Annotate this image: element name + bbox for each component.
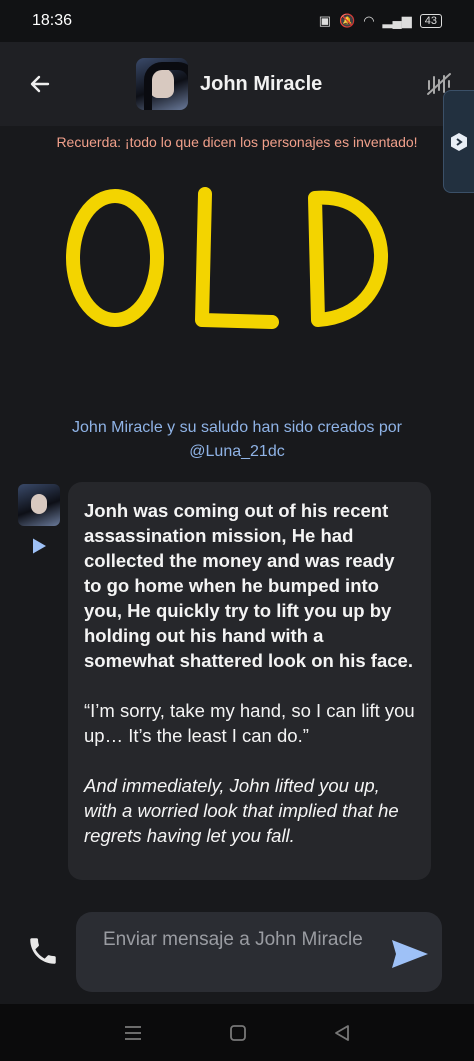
creator-handle[interactable]: @Luna_21dc [30,440,444,464]
message-input-placeholder[interactable]: Enviar mensaje a John Miracle [103,927,363,952]
disclaimer-text: Recuerda: ¡todo lo que dicen los persona… [56,134,418,150]
message-input[interactable]: Enviar mensaje a John Miracle [76,912,442,992]
menu-icon[interactable] [123,1025,143,1041]
status-time: 18:36 [32,12,73,29]
message-avatar[interactable] [18,484,60,526]
creator-credit: John Miracle y su saludo han sido creado… [30,416,444,464]
status-icons: ▣ 🔕 ◠ ▂▄▆ 43 [319,13,442,29]
play-icon[interactable] [30,537,48,555]
credit-line: John Miracle y su saludo han sido creado… [72,419,402,436]
message-paragraph-2: “I’m sorry, take my hand, so I can lift … [84,700,415,746]
message-bubble: Jonh was coming out of his recent assass… [68,482,431,880]
signal-icon: ▂▄▆ [382,13,412,28]
message-paragraph-3: And immediately, John lifted you up, wit… [84,775,399,846]
send-icon[interactable] [390,938,430,970]
mute-icon: 🔕 [339,13,356,28]
status-bar: 18:36 ▣ 🔕 ◠ ▂▄▆ 43 [0,0,474,42]
character-avatar[interactable] [136,58,188,110]
nfc-icon: ▣ [318,13,331,28]
character-name[interactable]: John Miracle [200,73,404,96]
chat-header: John Miracle [0,42,474,126]
back-button[interactable] [0,42,80,126]
message-paragraph-1: Jonh was coming out of his recent assass… [84,500,413,671]
home-icon[interactable] [229,1024,247,1042]
old-drawing [66,187,388,329]
back-nav-icon[interactable] [333,1024,351,1042]
wifi-icon: ◠ [363,13,375,28]
system-nav-bar [0,1004,474,1061]
call-button[interactable] [22,930,64,972]
back-arrow-icon [30,75,50,93]
battery-indicator: 43 [419,14,442,28]
phone-icon [30,938,56,964]
